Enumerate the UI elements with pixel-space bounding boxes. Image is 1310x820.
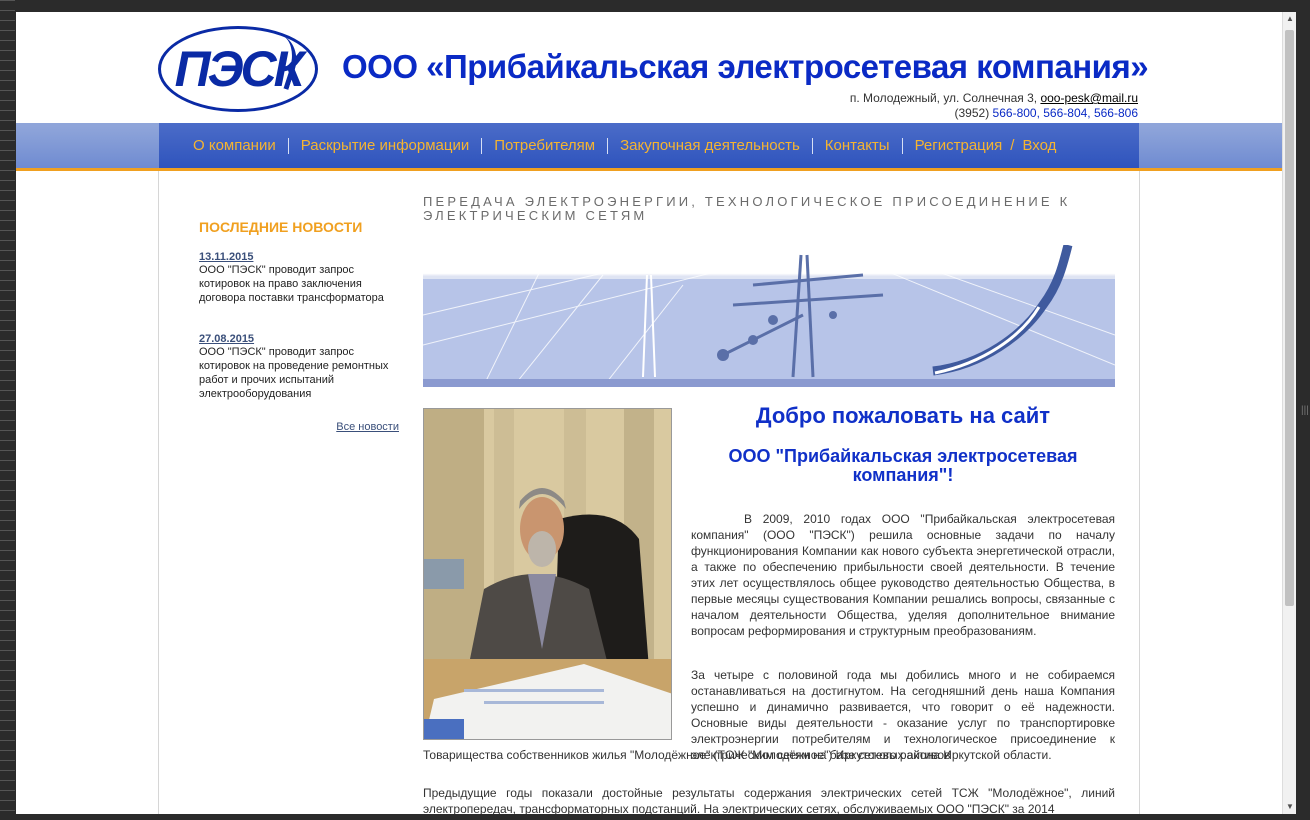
- company-heading: ООО "Прибайкальская электросетевая компа…: [728, 446, 1078, 485]
- site-title: ООО «Прибайкальская электросетевая компа…: [342, 48, 1149, 85]
- power-lines-banner: [423, 245, 1115, 387]
- banner-illustration: [423, 245, 1115, 387]
- results-paragraph: Предыдущие годы показали достойные резул…: [423, 786, 1115, 814]
- contact-info: п. Молодежный, ул. Солнечная 3, ooo-pesk…: [850, 91, 1138, 121]
- nav-item-about[interactable]: О компании: [181, 137, 288, 154]
- news-item: 27.08.2015 ООО "ПЭСК" проводит запрос ко…: [199, 333, 399, 401]
- nav-item-consumers[interactable]: Потребителям: [482, 137, 607, 154]
- company-logo[interactable]: ПЭСК: [158, 26, 318, 112]
- nav-item-login[interactable]: Вход: [1016, 137, 1068, 154]
- bottom-ruler: [0, 814, 1310, 820]
- director-photo-image: [424, 409, 671, 739]
- achievements-paragraph-end: Товарищества собственников жилья "Молодё…: [423, 748, 1052, 762]
- address-text: п. Молодежный, ул. Солнечная 3,: [849, 91, 1041, 105]
- vertical-scrollbar[interactable]: ▲ ▼: [1282, 12, 1296, 814]
- section-title: ПЕРЕДАЧА ЭЛЕКТРОЭНЕРГИИ, ТЕХНОЛОГИЧЕСКОЕ…: [423, 194, 1071, 223]
- resize-handle-icon[interactable]: |||: [1301, 405, 1309, 416]
- scroll-down-icon[interactable]: ▼: [1283, 800, 1297, 814]
- left-ruler: [0, 0, 15, 820]
- phone-prefix: (3952): [954, 106, 993, 120]
- nav-slash: /: [1010, 137, 1015, 154]
- nav-item-disclosure[interactable]: Раскрытие информации: [289, 137, 482, 154]
- nav-item-procurement[interactable]: Закупочная деятельность: [608, 137, 812, 154]
- director-photo: [423, 408, 672, 740]
- news-text: ООО "ПЭСК" проводит запрос котировок на …: [199, 346, 389, 400]
- intro-paragraph: В 2009, 2010 годах ООО "Прибайкальская э…: [691, 512, 1115, 638]
- nav-item-contacts[interactable]: Контакты: [813, 137, 902, 154]
- main-content: ПЕРЕДАЧА ЭЛЕКТРОЭНЕРГИИ, ТЕХНОЛОГИЧЕСКОЕ…: [423, 194, 1115, 814]
- site-header: ПЭСК ООО «Прибайкальская электросетевая …: [16, 12, 1282, 123]
- all-news-link[interactable]: Все новости: [199, 421, 399, 433]
- news-title: ПОСЛЕДНИЕ НОВОСТИ: [199, 219, 363, 235]
- browser-viewport: ПЭСК ООО «Прибайкальская электросетевая …: [16, 12, 1282, 814]
- scrollbar-thumb[interactable]: [1285, 30, 1294, 606]
- phone-numbers: 566-800, 566-804, 566-806: [992, 106, 1138, 120]
- email-link[interactable]: ooo-pesk@mail.ru: [1040, 91, 1138, 105]
- banner-bottom-bar: [423, 379, 1115, 387]
- news-date-link[interactable]: 27.08.2015: [199, 333, 399, 345]
- news-sidebar: ПОСЛЕДНИЕ НОВОСТИ 13.11.2015 ООО "ПЭСК" …: [199, 219, 399, 433]
- welcome-block: Добро пожаловать на сайт ООО "Прибайкаль…: [691, 403, 1115, 485]
- main-nav: О компании Раскрытие информации Потребит…: [159, 123, 1139, 168]
- nav-item-register[interactable]: Регистрация: [903, 137, 1009, 154]
- news-item: 13.11.2015 ООО "ПЭСК" проводит запрос ко…: [199, 251, 399, 305]
- scroll-up-icon[interactable]: ▲: [1283, 12, 1297, 26]
- content-frame: ПОСЛЕДНИЕ НОВОСТИ 13.11.2015 ООО "ПЭСК" …: [158, 171, 1140, 814]
- welcome-heading: Добро пожаловать на сайт: [755, 403, 1051, 428]
- news-text: ООО "ПЭСК" проводит запрос котировок на …: [199, 264, 384, 304]
- news-date-link[interactable]: 13.11.2015: [199, 251, 399, 263]
